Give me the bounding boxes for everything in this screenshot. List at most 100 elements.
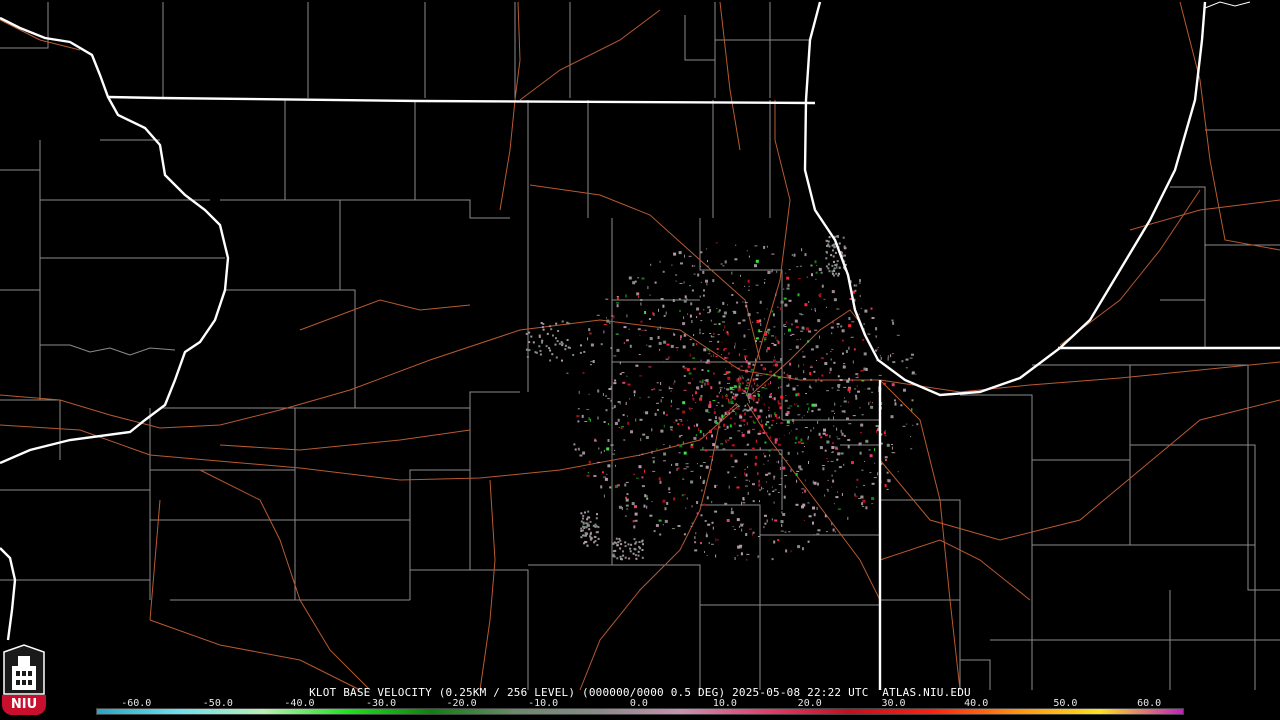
- radar-echo: [616, 296, 619, 297]
- radar-echo: [658, 519, 662, 522]
- radar-echo: [876, 348, 878, 351]
- radar-echo: [733, 310, 737, 314]
- radar-echo: [671, 528, 675, 530]
- radar-echo: [884, 435, 887, 437]
- radar-echo: [787, 451, 790, 455]
- radar-echo: [721, 414, 724, 418]
- radar-echo: [752, 531, 755, 534]
- radar-echo: [656, 328, 659, 330]
- radar-echo: [817, 408, 821, 411]
- radar-echo: [852, 379, 853, 382]
- radar-echo: [825, 514, 826, 517]
- radar-echo: [778, 416, 780, 419]
- radar-echo: [769, 370, 773, 373]
- radar-echo: [736, 367, 740, 369]
- radar-echo: [778, 484, 782, 485]
- radar-echo: [636, 477, 639, 479]
- radar-echo: [715, 445, 719, 449]
- radar-echo: [724, 387, 726, 389]
- radar-echo: [834, 402, 836, 406]
- radar-echo: [815, 345, 819, 349]
- radar-echo: [891, 452, 895, 453]
- radar-echo: [698, 428, 700, 431]
- radar-echo: [620, 543, 623, 546]
- radar-echo: [837, 438, 841, 440]
- radar-echo: [684, 295, 687, 299]
- radar-echo: [911, 353, 914, 356]
- radar-echo: [603, 449, 605, 452]
- radar-echo: [807, 436, 809, 438]
- radar-echo: [856, 385, 858, 388]
- radar-echo: [555, 337, 557, 340]
- radar-echo: [766, 245, 768, 248]
- radar-echo: [843, 363, 846, 365]
- radar-echo: [649, 294, 651, 296]
- radar-echo: [787, 283, 790, 287]
- radar-echo: [774, 363, 778, 367]
- radar-echo: [806, 276, 808, 278]
- radar-echo: [903, 388, 906, 392]
- radar-echo: [677, 525, 681, 527]
- radar-echo: [869, 472, 872, 474]
- radar-echo: [706, 436, 708, 440]
- radar-echo: [835, 272, 838, 275]
- radar-echo: [566, 339, 569, 341]
- radar-echo: [752, 387, 754, 391]
- radar-echo: [706, 382, 709, 386]
- radar-echo: [773, 344, 777, 346]
- radar-echo: [644, 494, 647, 498]
- radar-echo: [710, 469, 712, 471]
- radar-echo: [660, 298, 664, 300]
- radar-echo: [779, 307, 782, 311]
- radar-echo: [734, 345, 736, 349]
- radar-echo: [747, 279, 750, 283]
- radar-echo: [891, 446, 893, 450]
- radar-echo: [615, 537, 618, 540]
- radar-echo: [761, 486, 763, 490]
- radar-echo: [790, 469, 792, 473]
- radar-echo: [596, 513, 598, 516]
- radar-echo: [707, 260, 708, 263]
- radar-echo: [836, 265, 838, 269]
- radar-echo: [596, 314, 600, 316]
- radar-echo: [625, 481, 629, 483]
- radar-echo: [725, 398, 729, 400]
- radar-echo: [727, 331, 729, 334]
- radar-echo: [830, 358, 832, 361]
- radar-echo: [712, 526, 714, 530]
- radar-echo: [699, 328, 701, 332]
- radar-echo: [764, 332, 767, 336]
- radar-echo: [739, 415, 743, 419]
- radar-echo: [761, 419, 762, 423]
- radar-echo: [613, 355, 617, 357]
- radar-echo: [690, 480, 694, 484]
- radar-echo: [788, 269, 791, 271]
- radar-echo: [844, 397, 845, 399]
- radar-echo: [723, 311, 727, 315]
- radar-echo: [655, 524, 659, 527]
- radar-echo: [746, 559, 748, 561]
- radar-echo: [777, 400, 780, 404]
- radar-echo: [707, 369, 710, 372]
- radar-echo: [639, 454, 641, 456]
- radar-echo: [755, 439, 757, 443]
- radar-echo: [723, 349, 725, 351]
- radar-echo: [668, 492, 671, 494]
- radar-echo: [827, 243, 830, 246]
- radar-echo: [749, 480, 750, 482]
- radar-echo: [816, 360, 817, 361]
- radar-echo: [757, 393, 760, 397]
- radar-echo: [768, 409, 770, 411]
- radar-echo: [789, 432, 790, 435]
- radar-echo: [797, 405, 799, 408]
- radar-echo: [768, 395, 772, 398]
- radar-echo: [620, 558, 622, 560]
- radar-echo: [670, 399, 672, 403]
- radar-echo: [641, 277, 645, 280]
- radar-echo: [564, 344, 567, 347]
- radar-echo: [786, 373, 789, 377]
- radar-echo: [588, 332, 592, 335]
- radar-echo: [650, 263, 652, 266]
- radar-echo: [884, 430, 886, 431]
- radar-echo: [831, 474, 833, 477]
